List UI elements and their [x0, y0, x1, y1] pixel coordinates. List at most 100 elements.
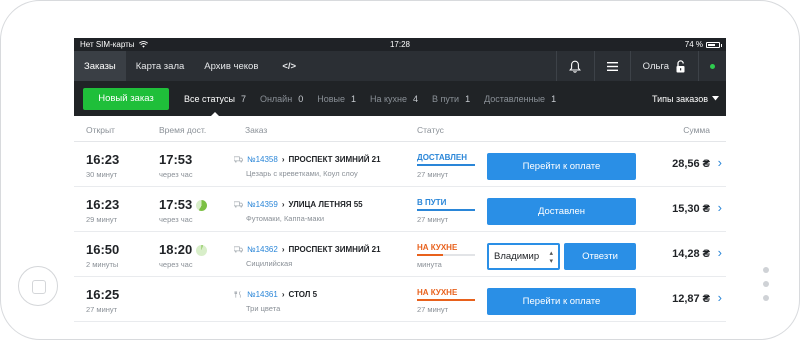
- tab-receipt-archive[interactable]: Архив чеков: [194, 51, 268, 81]
- arrow-icon: ›: [281, 155, 285, 164]
- chevron-right-icon[interactable]: ›: [718, 155, 722, 170]
- header-status: Статус: [417, 125, 444, 135]
- new-order-button[interactable]: Новый заказ: [83, 87, 169, 110]
- order-items: Футомаки, Каппа-маки: [246, 214, 325, 223]
- order-line: №14359 › УЛИЦА ЛЕТНЯЯ 55: [234, 200, 363, 209]
- header-opened: Открыт: [86, 125, 115, 135]
- filter-count: 1: [350, 93, 356, 104]
- order-items: Цезарь с креветками, Коул слоу: [246, 169, 358, 178]
- notifications-button[interactable]: [555, 51, 594, 81]
- status-progress-bar: [417, 254, 475, 256]
- filter-in-kitchen[interactable]: На кухне 4: [370, 81, 418, 116]
- order-number[interactable]: №14358: [247, 155, 278, 164]
- courier-select[interactable]: Владимир ▴ ▾: [487, 243, 560, 270]
- opened-ago: 27 минут: [86, 305, 118, 314]
- bell-icon: [569, 60, 582, 73]
- user-account-button[interactable]: Ольга: [629, 51, 698, 81]
- status-label: В ПУТИ: [417, 198, 447, 207]
- delivery-time: 18:20: [159, 242, 193, 257]
- opened-ago: 29 минут: [86, 215, 118, 224]
- status-time: 27 минут: [417, 170, 449, 179]
- status-time: 27 минут: [417, 215, 449, 224]
- chevron-right-icon[interactable]: ›: [718, 245, 722, 260]
- filter-label: Доставленные: [484, 93, 546, 104]
- chevron-right-icon[interactable]: ›: [718, 200, 722, 215]
- delivery-in: через час: [159, 260, 193, 269]
- table-row[interactable]: 16:23 29 минут 17:53 через час №14359 › …: [74, 187, 726, 232]
- arrow-icon: ›: [281, 200, 285, 209]
- order-sum: 14,28 ₴: [672, 248, 710, 260]
- opened-ago: 30 минут: [86, 170, 118, 179]
- order-address: УЛИЦА ЛЕТНЯЯ 55: [288, 200, 363, 209]
- order-number[interactable]: №14359: [247, 200, 278, 209]
- code-button[interactable]: </>: [268, 51, 310, 81]
- filter-all-statuses[interactable]: Все статусы 7: [184, 81, 246, 117]
- time-progress-pie-icon: [196, 200, 207, 211]
- delivery-truck-icon: [234, 156, 243, 163]
- home-button[interactable]: [18, 266, 58, 306]
- online-status-dot: [710, 63, 715, 69]
- order-items: Сицилийская: [246, 259, 293, 268]
- status-progress-bar: [417, 164, 475, 166]
- caret-down-icon: [712, 96, 719, 101]
- app-screen: Нет SIM-карты 17:28 74 % Заказы Карта за…: [74, 38, 726, 322]
- filter-delivered[interactable]: Доставленные 1: [484, 81, 556, 116]
- delivery-time: 17:53: [159, 197, 193, 212]
- order-types-dropdown[interactable]: Типы заказов: [652, 94, 719, 104]
- filter-count: 1: [465, 93, 471, 104]
- cutlery-icon: [234, 291, 241, 298]
- go-to-payment-button[interactable]: Перейти к оплате: [487, 153, 636, 180]
- table-row[interactable]: 16:23 30 минут 17:53 через час №14358 › …: [74, 142, 726, 187]
- hamburger-menu-icon: [606, 61, 618, 71]
- filter-count: 7: [240, 93, 246, 104]
- filter-label: Онлайн: [259, 93, 293, 104]
- status-progress-bar: [417, 209, 475, 211]
- battery-icon: [706, 41, 722, 48]
- delivery-truck-icon: [234, 246, 243, 253]
- arrow-icon: ›: [281, 290, 285, 299]
- table-row[interactable]: 16:50 2 минуты 18:20 через час №14362 › …: [74, 232, 726, 277]
- sensor-dot: [763, 295, 769, 301]
- wifi-icon: [138, 41, 148, 48]
- menu-button[interactable]: [593, 51, 630, 81]
- dispatch-button[interactable]: Отвезти: [564, 243, 636, 270]
- sensor-dot: [763, 281, 769, 287]
- time-progress-pie-icon: [196, 245, 207, 256]
- unlock-icon: [676, 59, 685, 72]
- status-label: НА КУХНЕ: [417, 288, 458, 297]
- order-number[interactable]: №14362: [247, 245, 278, 254]
- tab-orders[interactable]: Заказы: [74, 51, 126, 81]
- status-filter-bar: Новый заказ Все статусы 7 Онлайн 0 Новые…: [74, 81, 726, 117]
- opened-time: 16:23: [86, 152, 120, 167]
- opened-time: 16:23: [86, 197, 120, 212]
- chevron-right-icon[interactable]: ›: [718, 290, 722, 305]
- clock: 17:28: [389, 40, 411, 49]
- opened-ago: 2 минуты: [86, 260, 119, 269]
- mark-delivered-button[interactable]: Доставлен: [487, 198, 636, 225]
- order-address: ПРОСПЕКТ ЗИМНИЙ 21: [288, 155, 381, 164]
- select-arrows-icon: ▴ ▾: [549, 249, 553, 265]
- go-to-payment-button[interactable]: Перейти к оплате: [487, 288, 636, 315]
- battery-percent: 74 %: [684, 40, 703, 49]
- filter-new[interactable]: Новые 1: [317, 81, 356, 116]
- order-line: №14358 › ПРОСПЕКТ ЗИМНИЙ 21: [234, 155, 381, 164]
- filter-count: 1: [551, 93, 557, 104]
- header-sum: Сумма: [683, 125, 710, 135]
- delivery-time: 17:53: [159, 152, 193, 167]
- opened-time: 16:50: [86, 242, 120, 257]
- filter-on-the-way[interactable]: В пути 1: [432, 81, 470, 116]
- order-line: №14362 › ПРОСПЕКТ ЗИМНИЙ 21: [234, 245, 381, 254]
- order-sum: 15,30 ₴: [672, 203, 710, 215]
- order-line: №14361 › СТОЛ 5: [234, 290, 317, 299]
- user-name: Ольга: [642, 60, 669, 72]
- filter-online[interactable]: Онлайн 0: [260, 81, 303, 116]
- order-number[interactable]: №14361: [247, 290, 278, 299]
- tab-floor-map[interactable]: Карта зала: [126, 51, 195, 81]
- table-row[interactable]: 16:25 27 минут №14361 › СТОЛ 5 Три цвета…: [74, 277, 726, 322]
- filter-label: На кухне: [369, 93, 408, 104]
- camera-dot: [763, 267, 769, 273]
- filter-label: Все статусы: [184, 93, 235, 104]
- filter-count: 4: [413, 93, 419, 104]
- device-status-bar: Нет SIM-карты 17:28 74 %: [74, 38, 726, 51]
- opened-time: 16:25: [86, 287, 120, 302]
